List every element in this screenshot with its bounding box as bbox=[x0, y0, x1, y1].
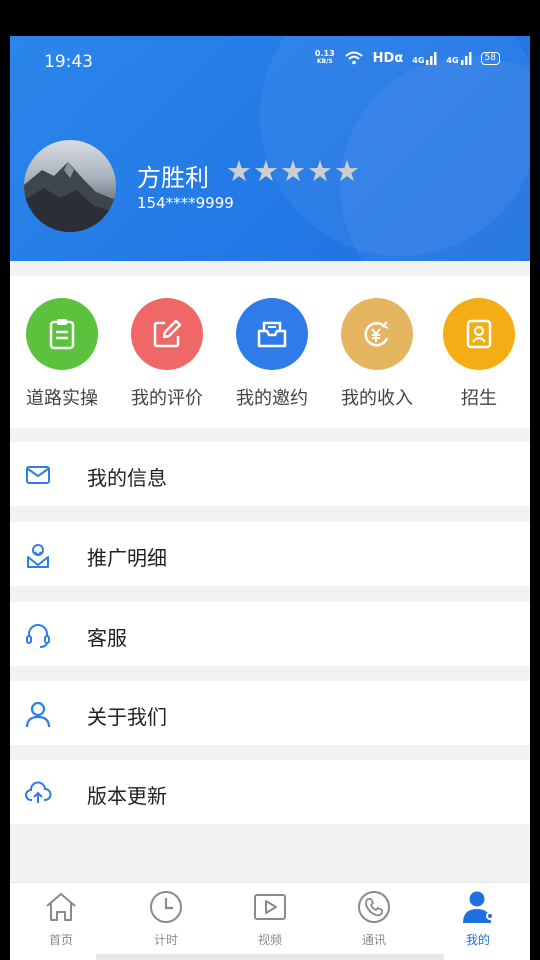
status-icons: 0.13 KB/S HDα 4G 4G 58 bbox=[315, 50, 500, 66]
profile-icon bbox=[463, 891, 494, 923]
tab-contacts[interactable]: 通讯 bbox=[334, 889, 414, 948]
cloud-upload-icon bbox=[25, 781, 52, 803]
video-icon bbox=[254, 894, 286, 920]
quick-action-label: 我的邀约 bbox=[236, 388, 308, 409]
gesture-bar bbox=[96, 954, 444, 960]
star-icon: ★ bbox=[226, 154, 252, 188]
menu-item-label: 推广明细 bbox=[87, 546, 167, 570]
quick-action-label: 我的收入 bbox=[341, 388, 413, 409]
app-screen: 19:43 0.13 KB/S HDα 4G 4G 58 方胜利 ★ ★ ★ ★… bbox=[10, 36, 530, 960]
menu-item-promotion-details[interactable]: 推广明细 bbox=[10, 522, 530, 586]
status-time: 19:43 bbox=[44, 52, 93, 72]
star-icon: ★ bbox=[253, 154, 279, 188]
quick-action-my-income[interactable]: 我的收入 bbox=[327, 298, 427, 410]
quick-action-label: 道路实操 bbox=[26, 388, 98, 409]
edit-icon bbox=[131, 298, 203, 370]
menu-item-about-us[interactable]: 关于我们 bbox=[10, 681, 530, 745]
signal-icon: 4G bbox=[412, 51, 437, 65]
hd-indicator: HDα bbox=[372, 50, 404, 66]
signal-icon-2: 4G bbox=[446, 51, 472, 65]
star-icon: ★ bbox=[280, 154, 306, 188]
quick-action-my-reviews[interactable]: 我的评价 bbox=[117, 298, 217, 410]
menu-item-customer-service[interactable]: 客服 bbox=[10, 602, 530, 666]
tab-label: 我的 bbox=[465, 933, 490, 947]
avatar[interactable] bbox=[24, 140, 116, 232]
quick-action-label: 我的评价 bbox=[131, 388, 203, 409]
clock-icon bbox=[150, 891, 182, 923]
user-phone: 154****9999 bbox=[137, 194, 234, 212]
network-speed: 0.13 KB/S bbox=[314, 49, 335, 66]
income-icon bbox=[341, 298, 413, 370]
user-icon bbox=[25, 701, 51, 728]
star-icon: ★ bbox=[334, 154, 360, 188]
wifi-icon bbox=[344, 51, 363, 65]
bottom-tab-bar: 首页 计时 视频 通讯 我的 bbox=[10, 882, 530, 960]
star-icon: ★ bbox=[307, 154, 333, 188]
tab-label: 计时 bbox=[153, 933, 178, 947]
battery-icon: 58 bbox=[480, 51, 500, 65]
tab-label: 首页 bbox=[48, 933, 73, 947]
inbox-icon bbox=[236, 298, 308, 370]
headset-icon bbox=[26, 624, 50, 648]
contact-card-icon bbox=[443, 298, 515, 370]
quick-action-my-invitations[interactable]: 我的邀约 bbox=[222, 298, 322, 410]
menu-item-label: 我的信息 bbox=[87, 466, 167, 490]
tab-timer[interactable]: 计时 bbox=[126, 889, 206, 948]
profile-header: 19:43 0.13 KB/S HDα 4G 4G 58 方胜利 ★ ★ ★ ★… bbox=[10, 36, 530, 261]
tab-label: 视频 bbox=[257, 933, 282, 947]
menu-item-label: 版本更新 bbox=[87, 784, 167, 808]
promotion-icon bbox=[27, 544, 49, 568]
quick-actions: 道路实操 我的评价 我的邀约 我的收入 招生 bbox=[10, 276, 530, 428]
clipboard-icon bbox=[26, 298, 98, 370]
home-icon bbox=[46, 893, 76, 921]
tab-home[interactable]: 首页 bbox=[21, 889, 101, 948]
menu-item-label: 客服 bbox=[87, 626, 127, 650]
menu-item-version-update[interactable]: 版本更新 bbox=[10, 760, 530, 824]
menu-item-my-info[interactable]: 我的信息 bbox=[10, 442, 530, 506]
phone-icon bbox=[358, 891, 390, 923]
menu-item-label: 关于我们 bbox=[87, 705, 167, 729]
tab-label: 通讯 bbox=[361, 933, 386, 947]
rating-stars: ★ ★ ★ ★ ★ bbox=[226, 155, 360, 187]
quick-action-label: 招生 bbox=[461, 388, 497, 409]
user-name: 方胜利 bbox=[137, 164, 209, 192]
quick-action-road-practice[interactable]: 道路实操 bbox=[12, 298, 112, 410]
mail-icon bbox=[26, 466, 50, 484]
quick-action-enrollment[interactable]: 招生 bbox=[429, 298, 529, 410]
status-bar: 19:43 0.13 KB/S HDα 4G 4G 58 bbox=[10, 36, 530, 88]
mountain-photo bbox=[24, 162, 116, 232]
tab-me[interactable]: 我的 bbox=[438, 889, 518, 948]
tab-video[interactable]: 视频 bbox=[230, 889, 310, 948]
